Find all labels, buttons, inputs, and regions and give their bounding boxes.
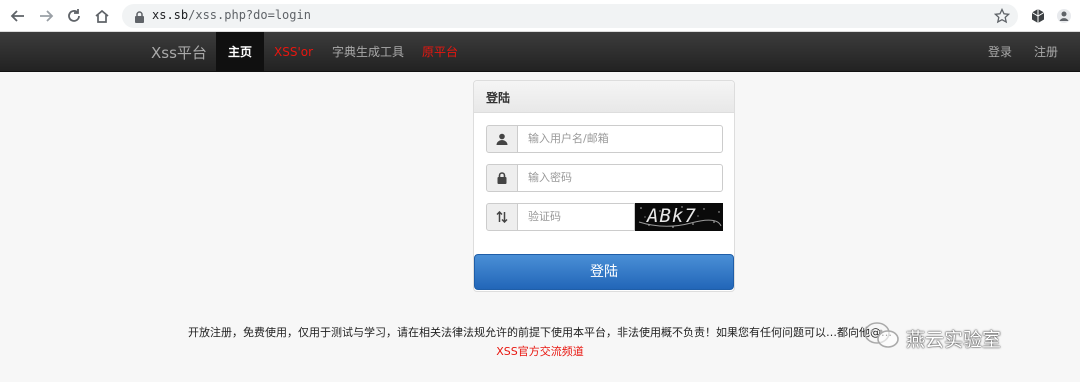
address-bar[interactable]: xs.sb/xss.php?do=login (122, 4, 1018, 28)
panel-title: 登陆 (474, 81, 734, 113)
password-input[interactable]: 输入密码 (517, 164, 723, 192)
captcha-group: 验证码 ABk7 (486, 203, 723, 231)
site-navbar: Xss平台 主页 XSS'or 字典生成工具 原平台 登录 注册 (0, 32, 1080, 72)
url-text: xs.sb/xss.php?do=login (152, 8, 311, 22)
watermark-text: 燕云实验室 (906, 328, 1002, 351)
password-group: 输入密码 (486, 164, 723, 192)
captcha-input[interactable]: 验证码 (517, 203, 635, 231)
forward-icon[interactable] (36, 6, 56, 26)
nav-item-original-platform[interactable]: 原平台 (422, 32, 458, 72)
nav-item-xssor[interactable]: XSS'or (274, 32, 313, 72)
username-group: 输入用户名/邮箱 (486, 125, 723, 153)
login-submit-button[interactable]: 登陆 (474, 254, 734, 290)
user-icon (486, 125, 518, 153)
captcha-image[interactable]: ABk7 (635, 203, 723, 231)
star-icon[interactable] (992, 6, 1012, 26)
reload-icon[interactable] (64, 6, 84, 26)
username-input[interactable]: 输入用户名/邮箱 (517, 125, 723, 153)
nav-login-link[interactable]: 登录 (988, 32, 1012, 72)
browser-toolbar: xs.sb/xss.php?do=login (0, 0, 1080, 32)
extension-icon[interactable] (1028, 6, 1048, 26)
back-icon[interactable] (8, 6, 28, 26)
sort-arrows-icon (486, 203, 518, 231)
profile-icon[interactable] (1054, 6, 1074, 26)
site-brand[interactable]: Xss平台 (151, 42, 207, 63)
watermark: 燕云实验室 (862, 320, 1001, 356)
nav-item-dictionary-tool[interactable]: 字典生成工具 (332, 32, 404, 72)
nav-item-home[interactable]: 主页 (216, 32, 265, 72)
home-icon[interactable] (92, 6, 112, 26)
captcha-text: ABk7 (647, 205, 697, 227)
nav-register-link[interactable]: 注册 (1034, 32, 1058, 72)
lock-icon (486, 164, 518, 192)
wechat-icon (862, 320, 902, 356)
lock-icon (134, 9, 145, 28)
